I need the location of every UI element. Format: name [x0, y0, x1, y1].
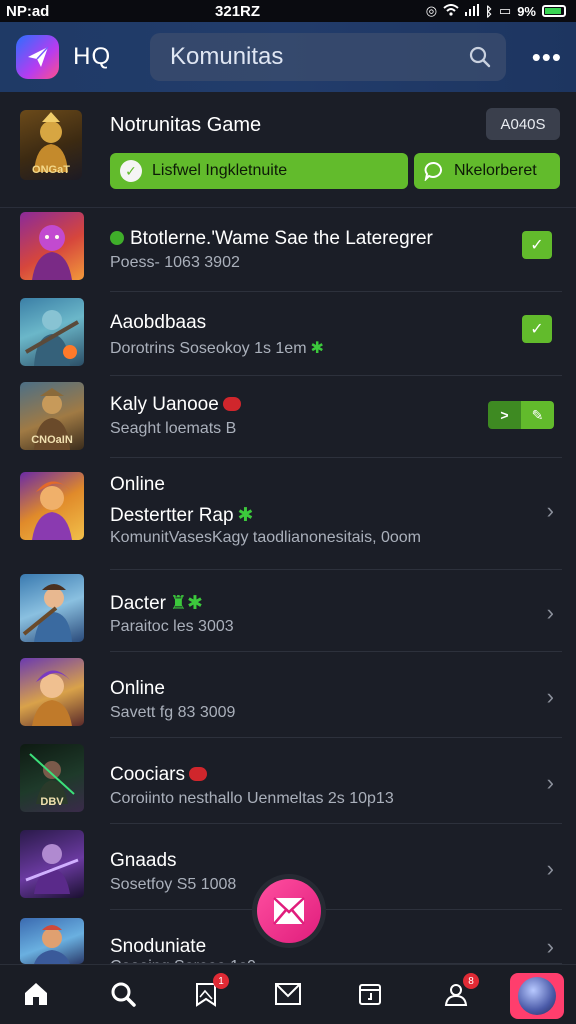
- list-item[interactable]: Online Destertter Rap ✱ KomunitVasesKagy …: [0, 458, 576, 570]
- chat-button[interactable]: Nkelorberet: [414, 153, 560, 189]
- community-thumbnail: CNOaIN: [20, 382, 84, 450]
- community-subtitle: Savett fg 83 3009: [110, 704, 236, 721]
- community-title: Btotlerne.'Wame Sae the Lateregrer: [110, 228, 433, 250]
- bluetooth-icon: ᛒ: [485, 3, 493, 19]
- featured-thumb-label: ONGaT: [32, 164, 70, 176]
- home-icon[interactable]: [21, 979, 51, 1009]
- profile-icon[interactable]: 8: [441, 973, 479, 1009]
- community-thumbnail: [20, 830, 84, 898]
- search-bar[interactable]: Komunitas: [150, 33, 506, 81]
- featured-title: Notrunitas Game: [110, 114, 262, 136]
- bookmark-icon[interactable]: 1: [191, 973, 229, 1009]
- chevron-right-icon[interactable]: ›: [547, 600, 554, 626]
- chevron-right-icon[interactable]: ›: [547, 684, 554, 710]
- notification-dot-icon: [222, 397, 241, 411]
- chat-button-label: Nkelorberet: [454, 162, 537, 179]
- notification-badge: 1: [213, 973, 229, 989]
- featured-community: ONGaT Notrunitas Game A040S ✓ Lisfwel In…: [0, 92, 576, 208]
- status-bar: NP:ad 321RZ ◎ ᛒ ▭ 9%: [0, 0, 576, 22]
- user-avatar-button[interactable]: [510, 973, 564, 1019]
- community-title: Dacter ♜✱: [110, 593, 203, 614]
- notification-dot-icon: [188, 767, 207, 781]
- status-icons: ◎ ᛒ ▭ 9%: [426, 3, 566, 19]
- search-icon[interactable]: [108, 979, 138, 1009]
- more-options-icon[interactable]: •••: [532, 42, 562, 73]
- community-title: Snoduniate: [110, 936, 207, 957]
- star-icon: ✱: [237, 505, 254, 526]
- community-title: Gnaads: [110, 850, 177, 871]
- location-icon: ◎: [425, 3, 438, 18]
- signal-icon: [465, 3, 480, 19]
- community-headline: Destertter Rap ✱: [110, 505, 254, 526]
- carrier-label: NP:ad: [6, 2, 50, 20]
- checkmark-icon: ✓: [120, 160, 142, 182]
- community-subtitle: Poess- 1063 3902: [110, 254, 240, 271]
- list-item[interactable]: DBV Coociars Coroiinto nesthallo Uenmelt…: [0, 738, 576, 824]
- app-header: HQ Komunitas •••: [0, 22, 576, 92]
- community-thumbnail: [20, 212, 84, 280]
- featured-badge[interactable]: A040S: [486, 108, 560, 140]
- brand-label: HQ: [73, 43, 112, 70]
- community-subtitle: Seaght loemats B: [110, 420, 237, 437]
- community-thumbnail: [20, 918, 84, 964]
- community-subtitle: Paraitoc les 3003: [110, 618, 234, 635]
- join-community-button[interactable]: ✓ Lisfwel Ingkletnuite: [110, 153, 408, 189]
- wifi-icon: [443, 3, 459, 19]
- forward-icon[interactable]: >: [488, 401, 521, 429]
- star-icon: ✱: [310, 340, 324, 357]
- list-item[interactable]: Online Savett fg 83 3009 ›: [0, 652, 576, 738]
- list-item[interactable]: CNOaIN Kaly Uanooe Seaght loemats B > ✎: [0, 376, 576, 458]
- online-dot-icon: [110, 231, 124, 245]
- action-toggle[interactable]: > ✎: [488, 401, 554, 429]
- battery-outline-icon: ▭: [498, 3, 512, 18]
- community-subtitle: Sosetfoy S5 1008: [110, 876, 237, 893]
- compose-fab[interactable]: [252, 874, 326, 948]
- join-community-label: Lisfwel Ingkletnuite: [152, 162, 288, 179]
- list-item[interactable]: Dacter ♜✱ Paraitoc les 3003 ›: [0, 570, 576, 652]
- chat-bubble-icon: [424, 162, 442, 181]
- community-thumbnail: [20, 472, 84, 540]
- community-subtitle: KomunitVasesKagy taodlianonesitais, 0oom: [110, 529, 421, 546]
- community-thumbnail: [20, 658, 84, 726]
- community-thumbnail: DBV: [20, 744, 84, 812]
- chevron-right-icon[interactable]: ›: [547, 770, 554, 796]
- inbox-icon[interactable]: [273, 979, 303, 1009]
- envelope-icon: [257, 879, 321, 943]
- search-input[interactable]: Komunitas: [170, 43, 468, 71]
- community-title: Kaly Uanooe: [110, 394, 241, 416]
- battery-icon: [542, 5, 566, 17]
- notification-badge: 8: [463, 973, 479, 989]
- chevron-right-icon[interactable]: ›: [547, 498, 554, 524]
- community-thumb-label: DBV: [40, 796, 64, 808]
- community-title: Online: [110, 678, 165, 699]
- community-subtitle: Dorotrins Soseokoy 1s 1em ✱: [110, 340, 324, 357]
- badge-icon: ♜✱: [169, 593, 203, 614]
- community-subtitle: Coroiinto nesthallo Uenmeltas 2s 10p13: [110, 790, 394, 807]
- community-thumb-label: CNOaIN: [31, 434, 73, 446]
- battery-percent: 9%: [517, 3, 536, 19]
- community-title: Coociars: [110, 764, 207, 786]
- app-logo-icon[interactable]: [16, 35, 60, 79]
- joined-check-button[interactable]: ✓: [522, 231, 552, 259]
- avatar: [518, 977, 556, 1015]
- list-item[interactable]: Aaobdbaas Dorotrins Soseokoy 1s 1em ✱ ✓: [0, 292, 576, 376]
- featured-thumbnail[interactable]: ONGaT: [20, 110, 82, 180]
- list-item[interactable]: Btotlerne.'Wame Sae the Lateregrer Poess…: [0, 208, 576, 292]
- edit-icon[interactable]: ✎: [521, 401, 554, 429]
- chevron-right-icon[interactable]: ›: [547, 856, 554, 882]
- bottom-nav: 1 8: [0, 964, 576, 1024]
- search-icon[interactable]: [468, 45, 492, 69]
- community-thumbnail: [20, 298, 84, 366]
- community-thumbnail: [20, 574, 84, 642]
- calendar-icon[interactable]: [355, 979, 385, 1009]
- community-title: Online: [110, 474, 165, 495]
- chevron-right-icon[interactable]: ›: [547, 934, 554, 960]
- joined-check-button[interactable]: ✓: [522, 315, 552, 343]
- community-title: Aaobdbaas: [110, 312, 207, 333]
- clock: 321RZ: [215, 2, 261, 20]
